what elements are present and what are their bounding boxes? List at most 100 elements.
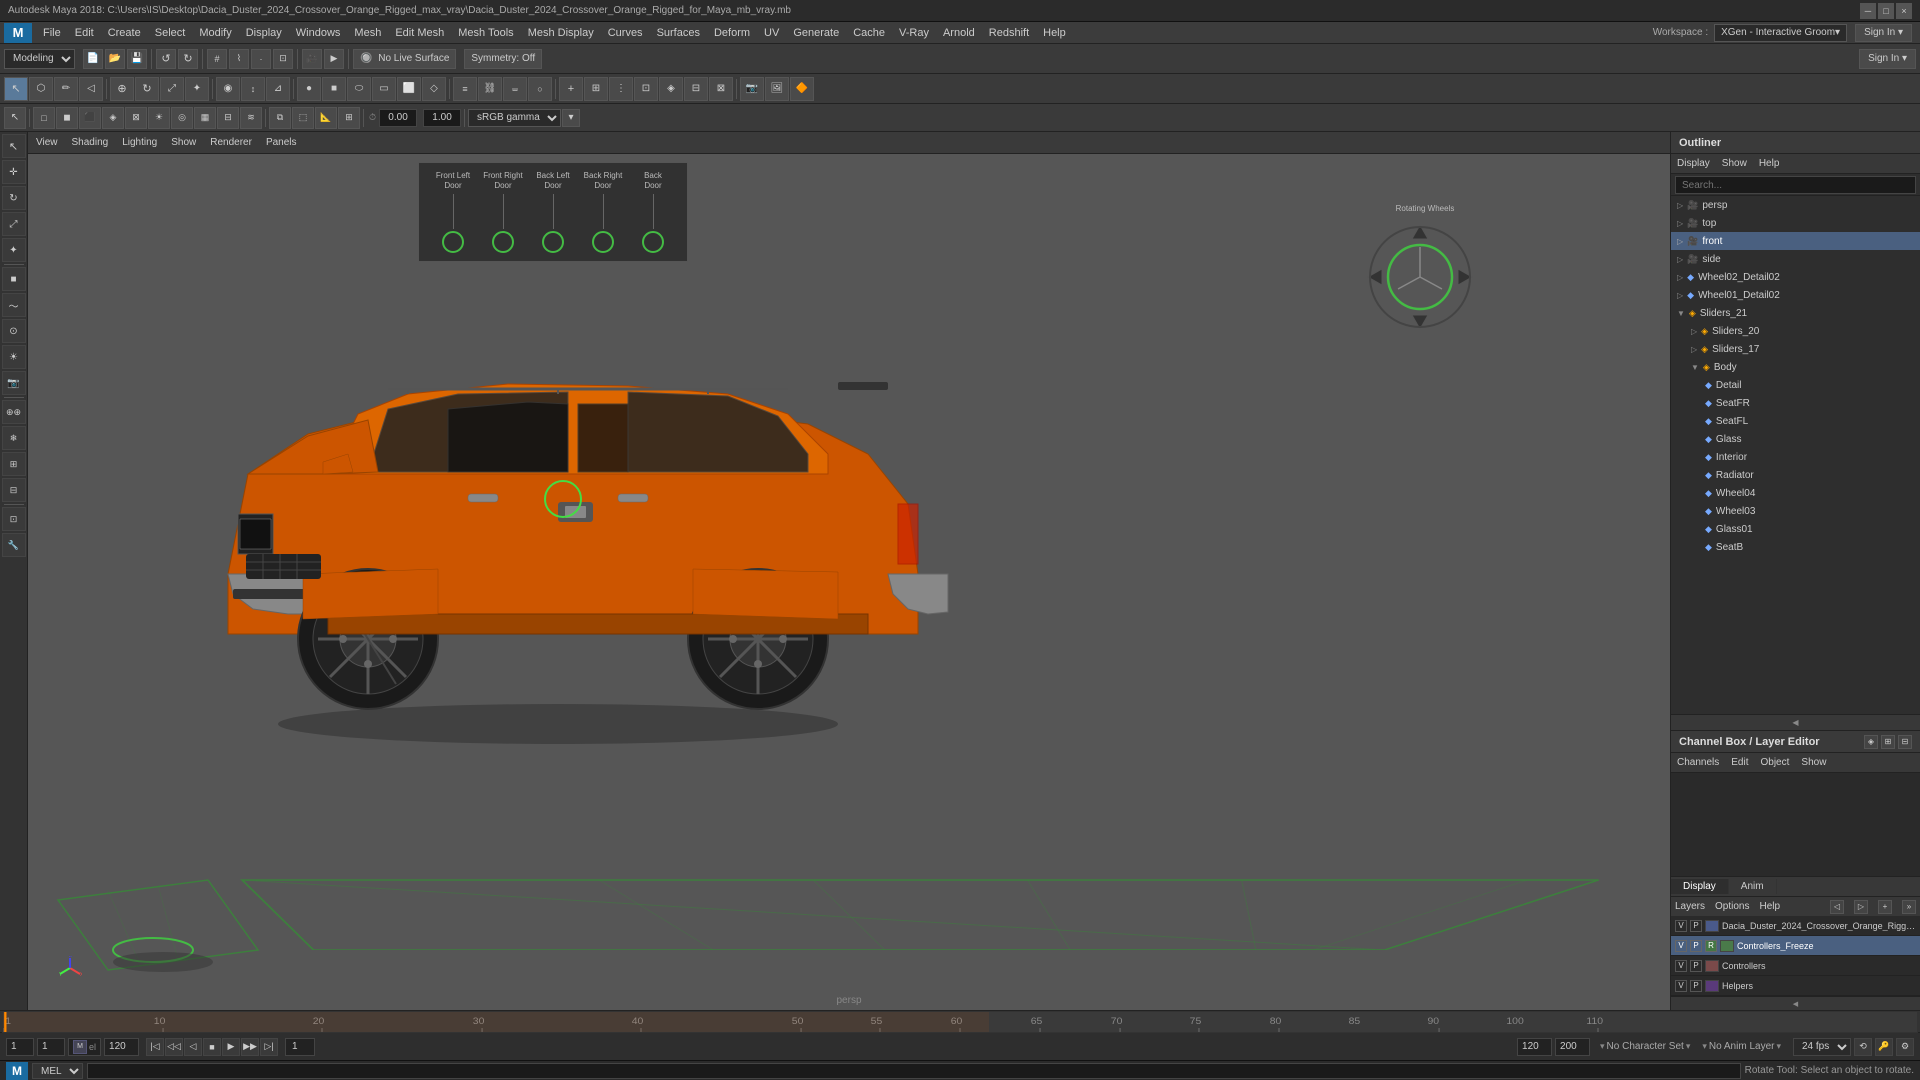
sidebar-tool-btn[interactable]: 🔧: [2, 533, 26, 557]
cmd-input-field[interactable]: [87, 1063, 1741, 1079]
current-frame-display[interactable]: 1: [285, 1038, 315, 1056]
soft-select-btn[interactable]: ◉: [216, 77, 240, 101]
menu-mesh-tools[interactable]: Mesh Tools: [451, 25, 520, 41]
view-tb-btn1[interactable]: ↖: [4, 107, 26, 129]
poly-sphere-btn[interactable]: ●: [297, 77, 321, 101]
workspace-dropdown[interactable]: XGen - Interactive Groom▾: [1714, 24, 1847, 42]
outliner-display-menu[interactable]: Display: [1677, 158, 1710, 169]
go-end-btn[interactable]: ▷|: [260, 1038, 278, 1056]
settings-btn[interactable]: ⚙: [1896, 1038, 1914, 1056]
vp-view-menu[interactable]: View: [36, 137, 58, 148]
pivot-btn[interactable]: ⊿: [266, 77, 290, 101]
snap-grid-btn[interactable]: #: [207, 49, 227, 69]
cam-hud-btn[interactable]: ⊞: [338, 107, 360, 129]
mode-dropdown[interactable]: Modeling: [4, 49, 75, 69]
object-menu[interactable]: Object: [1761, 757, 1790, 768]
shading-iso-btn[interactable]: ▦: [194, 107, 216, 129]
menu-edit-mesh[interactable]: Edit Mesh: [388, 25, 451, 41]
layer-p2[interactable]: P: [1690, 940, 1702, 952]
snap-btn5[interactable]: ◈: [659, 77, 683, 101]
range-total-field[interactable]: 200: [1555, 1038, 1590, 1056]
universal-tool-btn[interactable]: ✦: [185, 77, 209, 101]
menu-curves[interactable]: Curves: [601, 25, 650, 41]
sidebar-scale-btn[interactable]: ⤢: [2, 212, 26, 236]
snap-btn6[interactable]: ⊟: [684, 77, 708, 101]
poly-cube-btn[interactable]: ■: [322, 77, 346, 101]
play-back-btn[interactable]: ◁: [184, 1038, 202, 1056]
layer-prev-btn[interactable]: ◁: [1830, 900, 1844, 914]
options-menu[interactable]: Options: [1715, 901, 1749, 912]
snap-surface-btn[interactable]: ⊡: [273, 49, 293, 69]
minimize-button[interactable]: ─: [1860, 3, 1876, 19]
layer-p4[interactable]: P: [1690, 980, 1702, 992]
layer-row-controllers-freeze[interactable]: V P R Controllers_Freeze: [1671, 936, 1920, 956]
channel-box-btn3[interactable]: ⊟: [1898, 735, 1912, 749]
layers-menu[interactable]: Layers: [1675, 901, 1705, 912]
menu-deform[interactable]: Deform: [707, 25, 757, 41]
outliner-item-top[interactable]: ▷ 🎥 top: [1671, 214, 1920, 232]
shading-light-btn[interactable]: ☀: [148, 107, 170, 129]
frame-current-field[interactable]: 1: [37, 1038, 65, 1056]
poly-cyl-btn[interactable]: ⬭: [347, 77, 371, 101]
outliner-item-detail[interactable]: ◆ Detail: [1671, 376, 1920, 394]
range-end-field[interactable]: 120: [104, 1038, 139, 1056]
sidebar-grid-btn[interactable]: ⊟: [2, 478, 26, 502]
cam-res-btn[interactable]: ⧉: [269, 107, 291, 129]
sidebar-attr-btn[interactable]: ⊡: [2, 507, 26, 531]
outliner-item-side[interactable]: ▷ 🎥 side: [1671, 250, 1920, 268]
rig-circle2[interactable]: [492, 231, 514, 253]
auto-key-btn[interactable]: ⟲: [1854, 1038, 1872, 1056]
timeline-ruler[interactable]: 1 10 20 30 40 50 55 60 65 70 75 80 85 90…: [2, 1011, 1918, 1033]
go-start-btn[interactable]: |◁: [146, 1038, 164, 1056]
crease-btn[interactable]: ≡: [453, 77, 477, 101]
menu-cache[interactable]: Cache: [846, 25, 892, 41]
channels-menu[interactable]: Channels: [1677, 757, 1719, 768]
layer-row-helpers[interactable]: V P Helpers: [1671, 976, 1920, 996]
rotate-tool-btn[interactable]: ↻: [135, 77, 159, 101]
cam-book-btn[interactable]: 📐: [315, 107, 337, 129]
outliner-item-body[interactable]: ▼ ◈ Body: [1671, 358, 1920, 376]
layer-row-controllers[interactable]: V P Controllers: [1671, 956, 1920, 976]
step-fwd-btn[interactable]: ▶▶: [241, 1038, 259, 1056]
anim-dropdown-icon[interactable]: ▾: [1776, 1041, 1781, 1052]
shading-tex-btn[interactable]: ⊠: [125, 107, 147, 129]
ipr-render-btn[interactable]: ▶: [324, 49, 344, 69]
menu-uv[interactable]: UV: [757, 25, 786, 41]
outliner-item-persp[interactable]: ▷ 🎥 persp: [1671, 196, 1920, 214]
save-scene-btn[interactable]: 💾: [127, 49, 147, 69]
sidebar-history-btn[interactable]: ⊞: [2, 452, 26, 476]
sidebar-freeze-btn[interactable]: ❄: [2, 426, 26, 450]
snap-btn7[interactable]: ⊠: [709, 77, 733, 101]
end-time-input[interactable]: [423, 109, 461, 127]
outliner-item-radiator[interactable]: ◆ Radiator: [1671, 466, 1920, 484]
char-dropdown-icon[interactable]: ▾: [1686, 1041, 1691, 1052]
viewport[interactable]: View Shading Lighting Show Renderer Pane…: [28, 132, 1670, 1010]
sidebar-light-btn[interactable]: ☀: [2, 345, 26, 369]
vp-renderer-menu[interactable]: Renderer: [210, 137, 252, 148]
outliner-item-glass01[interactable]: ◆ Glass01: [1671, 520, 1920, 538]
outliner-search-input[interactable]: [1675, 176, 1916, 194]
sidebar-universal-btn[interactable]: ✦: [2, 238, 26, 262]
menu-redshift[interactable]: Redshift: [982, 25, 1036, 41]
outliner-item-interior[interactable]: ◆ Interior: [1671, 448, 1920, 466]
render-btn[interactable]: 🖼: [765, 77, 789, 101]
outliner-item-front[interactable]: ▷ 🎥 front: [1671, 232, 1920, 250]
undo-btn[interactable]: ↺: [156, 49, 176, 69]
move-tool-btn[interactable]: ⊕: [110, 77, 134, 101]
sign-in-button[interactable]: Sign In ▾: [1855, 24, 1912, 42]
outliner-item-seatfl[interactable]: ◆ SeatFL: [1671, 412, 1920, 430]
hk-select-btn[interactable]: ◁: [79, 77, 103, 101]
menu-modify[interactable]: Modify: [192, 25, 238, 41]
redo-btn[interactable]: ↻: [178, 49, 198, 69]
range-end2-field[interactable]: 120: [1517, 1038, 1552, 1056]
mel-python-select[interactable]: MEL: [32, 1063, 83, 1079]
edit-menu[interactable]: Edit: [1731, 757, 1748, 768]
snap-btn3[interactable]: ⋮: [609, 77, 633, 101]
color-space-dropdown[interactable]: sRGB gamma: [468, 109, 561, 127]
maximize-button[interactable]: □: [1878, 3, 1894, 19]
layer-scroll-arrow[interactable]: ◀: [1671, 996, 1920, 1010]
outliner-item-glass[interactable]: ◆ Glass: [1671, 430, 1920, 448]
sidebar-select-btn[interactable]: ↖: [2, 134, 26, 158]
poly-bevel-btn[interactable]: ◇: [422, 77, 446, 101]
shading-smooth-btn[interactable]: ⬛: [79, 107, 101, 129]
